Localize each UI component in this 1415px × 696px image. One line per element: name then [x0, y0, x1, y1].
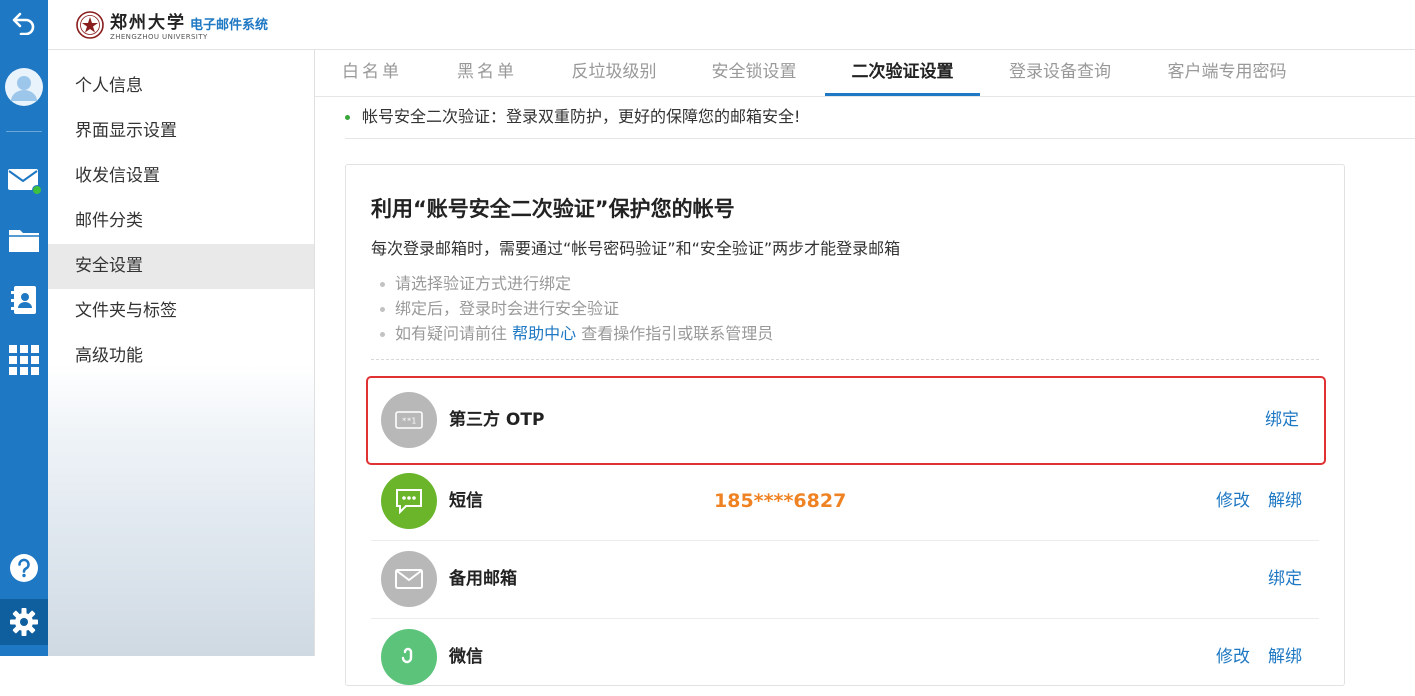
tip-item: 如有疑问请前往 帮助中心 查看操作指引或联系管理员 — [380, 321, 773, 346]
nav-item-display[interactable]: 界面显示设置 — [48, 109, 314, 154]
notice-text: 帐号安全二次验证：登录双重防护，更好的保障您的邮箱安全! — [362, 107, 801, 126]
university-logo[interactable]: 郑州大学 电子邮件系统 ZHENGZHOU UNIVERSITY — [76, 8, 268, 41]
nav-item-send-receive[interactable]: 收发信设置 — [48, 154, 314, 199]
chat-bubble-icon — [381, 473, 437, 529]
modify-button[interactable]: 修改 — [1216, 647, 1250, 667]
avatar[interactable] — [0, 64, 48, 110]
tab-client-password[interactable]: 客户端专用密码 — [1165, 50, 1289, 96]
tip-bullet — [380, 282, 385, 287]
security-tabs: 白名单 黑名单 反垃圾级别 安全锁设置 二次验证设置 登录设备查询 客户端专用密… — [315, 50, 1415, 97]
notice-bullet — [345, 115, 350, 120]
method-row-wechat: 微信 修改 解绑 — [371, 619, 1319, 696]
tab-blacklist[interactable]: 黑名单 — [455, 50, 519, 96]
method-row-backup-email: 备用邮箱 绑定 — [371, 541, 1319, 619]
tab-whitelist[interactable]: 白名单 — [340, 50, 404, 96]
rail-divider — [6, 131, 42, 132]
mail-icon[interactable] — [0, 158, 48, 202]
settings-nav: 个人信息 界面显示设置 收发信设置 邮件分类 安全设置 文件夹与标签 高级功能 — [48, 50, 315, 656]
bind-button[interactable]: 绑定 — [1265, 410, 1299, 430]
svg-text:**1: **1 — [402, 417, 417, 426]
tab-two-step-verification[interactable]: 二次验证设置 — [825, 50, 980, 96]
app-icon-rail — [0, 0, 48, 656]
method-name: 短信 — [449, 491, 483, 511]
two-step-card: 利用“账号安全二次验证”保护您的帐号 每次登录邮箱时，需要通过“帐号密码验证”和… — [345, 164, 1345, 686]
tips-list: 请选择验证方式进行绑定 绑定后，登录时会进行安全验证 如有疑问请前往 帮助中心 … — [380, 271, 773, 346]
bound-phone-number: 185****6827 — [714, 490, 847, 512]
method-name: 第三方 OTP — [449, 410, 545, 430]
tip-item: 绑定后，登录时会进行安全验证 — [380, 296, 773, 321]
tab-login-devices[interactable]: 登录设备查询 — [1007, 50, 1113, 96]
method-actions: 修改 解绑 — [1198, 463, 1302, 540]
contacts-icon[interactable] — [0, 278, 48, 322]
top-header: 郑州大学 电子邮件系统 ZHENGZHOU UNIVERSITY — [48, 0, 1415, 50]
envelope-icon — [381, 551, 437, 607]
tip-prefix: 如有疑问请前往 — [395, 324, 508, 343]
tip-bullet — [380, 332, 385, 337]
tip-item: 请选择验证方式进行绑定 — [380, 271, 773, 296]
unbind-button[interactable]: 解绑 — [1268, 491, 1302, 511]
logo-name: 郑州大学 — [110, 13, 186, 33]
method-row-sms: 短信 185****6827 修改 解绑 — [371, 463, 1319, 541]
bind-button[interactable]: 绑定 — [1268, 569, 1302, 589]
settings-gear-icon[interactable] — [0, 599, 48, 645]
nav-item-mail-category[interactable]: 邮件分类 — [48, 199, 314, 244]
card-title: 利用“账号安全二次验证”保护您的帐号 — [371, 197, 735, 221]
help-center-link[interactable]: 帮助中心 — [512, 324, 576, 343]
unbind-button[interactable]: 解绑 — [1268, 647, 1302, 667]
otp-key-icon: **1 — [381, 392, 437, 448]
university-seal-icon — [76, 10, 104, 39]
method-name: 备用邮箱 — [449, 569, 517, 589]
wechat-icon — [381, 629, 437, 685]
tip-text: 请选择验证方式进行绑定 — [395, 274, 572, 293]
dashed-divider — [371, 359, 1319, 360]
nav-item-personal-info[interactable]: 个人信息 — [48, 64, 314, 109]
tip-bullet — [380, 307, 385, 312]
main-panel: 白名单 黑名单 反垃圾级别 安全锁设置 二次验证设置 登录设备查询 客户端专用密… — [315, 50, 1415, 686]
apps-grid-icon[interactable] — [0, 338, 48, 382]
tip-suffix: 查看操作指引或联系管理员 — [581, 324, 774, 343]
nav-item-advanced[interactable]: 高级功能 — [48, 334, 314, 379]
tab-antispam-level[interactable]: 反垃圾级别 — [570, 50, 658, 96]
method-name: 微信 — [449, 647, 483, 667]
product-name: 电子邮件系统 — [190, 18, 269, 33]
notice-bar: 帐号安全二次验证：登录双重防护，更好的保障您的邮箱安全! — [345, 96, 1415, 139]
method-actions: 绑定 — [1247, 378, 1299, 463]
folder-icon[interactable] — [0, 218, 48, 262]
card-description: 每次登录邮箱时，需要通过“帐号密码验证”和“安全验证”两步才能登录邮箱 — [371, 239, 901, 258]
nav-item-folders-tags[interactable]: 文件夹与标签 — [48, 289, 314, 334]
back-icon[interactable] — [0, 0, 48, 44]
logo-subtitle: ZHENGZHOU UNIVERSITY — [110, 33, 208, 41]
tip-text: 绑定后，登录时会进行安全验证 — [395, 299, 620, 318]
nav-item-security[interactable]: 安全设置 — [48, 244, 314, 289]
method-row-otp: **1 第三方 OTP 绑定 — [366, 376, 1326, 465]
modify-button[interactable]: 修改 — [1216, 491, 1250, 511]
method-actions: 修改 解绑 — [1198, 619, 1302, 696]
tab-security-lock[interactable]: 安全锁设置 — [710, 50, 798, 96]
help-icon[interactable] — [0, 546, 48, 590]
method-actions: 绑定 — [1250, 541, 1302, 618]
